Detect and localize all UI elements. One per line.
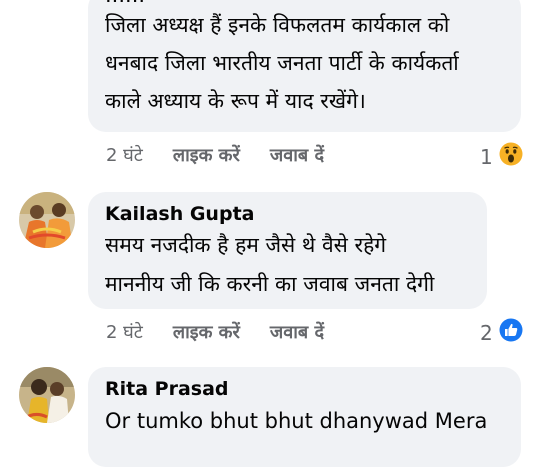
comment-text-line: काले अध्याय के रूप में याद रखेंगे। bbox=[105, 89, 366, 113]
comment-time[interactable]: 2 घंटे bbox=[106, 320, 143, 344]
reaction-summary[interactable]: 1 bbox=[480, 142, 523, 171]
comment-text-line: जिला अध्यक्ष हैं इनके विफलतम कार्यकाल को bbox=[105, 13, 450, 37]
comment-author[interactable]: Kailash Gupta bbox=[105, 201, 254, 227]
comment-bubble: Rita Prasad Or tumko bhut bhut dhanywad … bbox=[88, 367, 521, 467]
comment-text-line: समय नजदीक है हम जैसे थे वैसे रहेगे bbox=[105, 233, 387, 257]
comment-actions: 2 घंटे लाइक करें जवाब दें bbox=[106, 320, 354, 344]
comment-text-line: Or tumko bhut bhut dhanywad Mera bbox=[105, 409, 488, 433]
reaction-count: 1 bbox=[480, 144, 493, 169]
like-icon bbox=[499, 318, 523, 347]
comment-text-line: धनबाद जिला भारतीय जनता पार्टी के कार्यकर… bbox=[105, 51, 459, 75]
reply-button[interactable]: जवाब दें bbox=[270, 320, 324, 344]
avatar[interactable] bbox=[19, 367, 75, 423]
comment-author[interactable]: Rita Prasad bbox=[105, 376, 229, 402]
reaction-summary[interactable]: 2 bbox=[480, 318, 523, 347]
reaction-count: 2 bbox=[480, 320, 493, 345]
comment-bubble: ...... जिला अध्यक्ष हैं इनके विफलतम कार्… bbox=[88, 0, 521, 132]
like-button[interactable]: लाइक करें bbox=[173, 320, 240, 344]
wow-icon bbox=[499, 142, 523, 171]
comment-bubble: Kailash Gupta समय नजदीक है हम जैसे थे वै… bbox=[88, 192, 487, 309]
comment-text-line: माननीय जी कि करनी का जवाब जनता देगी bbox=[105, 272, 435, 296]
reply-button[interactable]: जवाब दें bbox=[270, 143, 324, 167]
avatar[interactable] bbox=[19, 192, 75, 248]
comment-time[interactable]: 2 घंटे bbox=[106, 143, 143, 167]
comment-actions: 2 घंटे लाइक करें जवाब दें bbox=[106, 143, 354, 167]
like-button[interactable]: लाइक करें bbox=[173, 143, 240, 167]
